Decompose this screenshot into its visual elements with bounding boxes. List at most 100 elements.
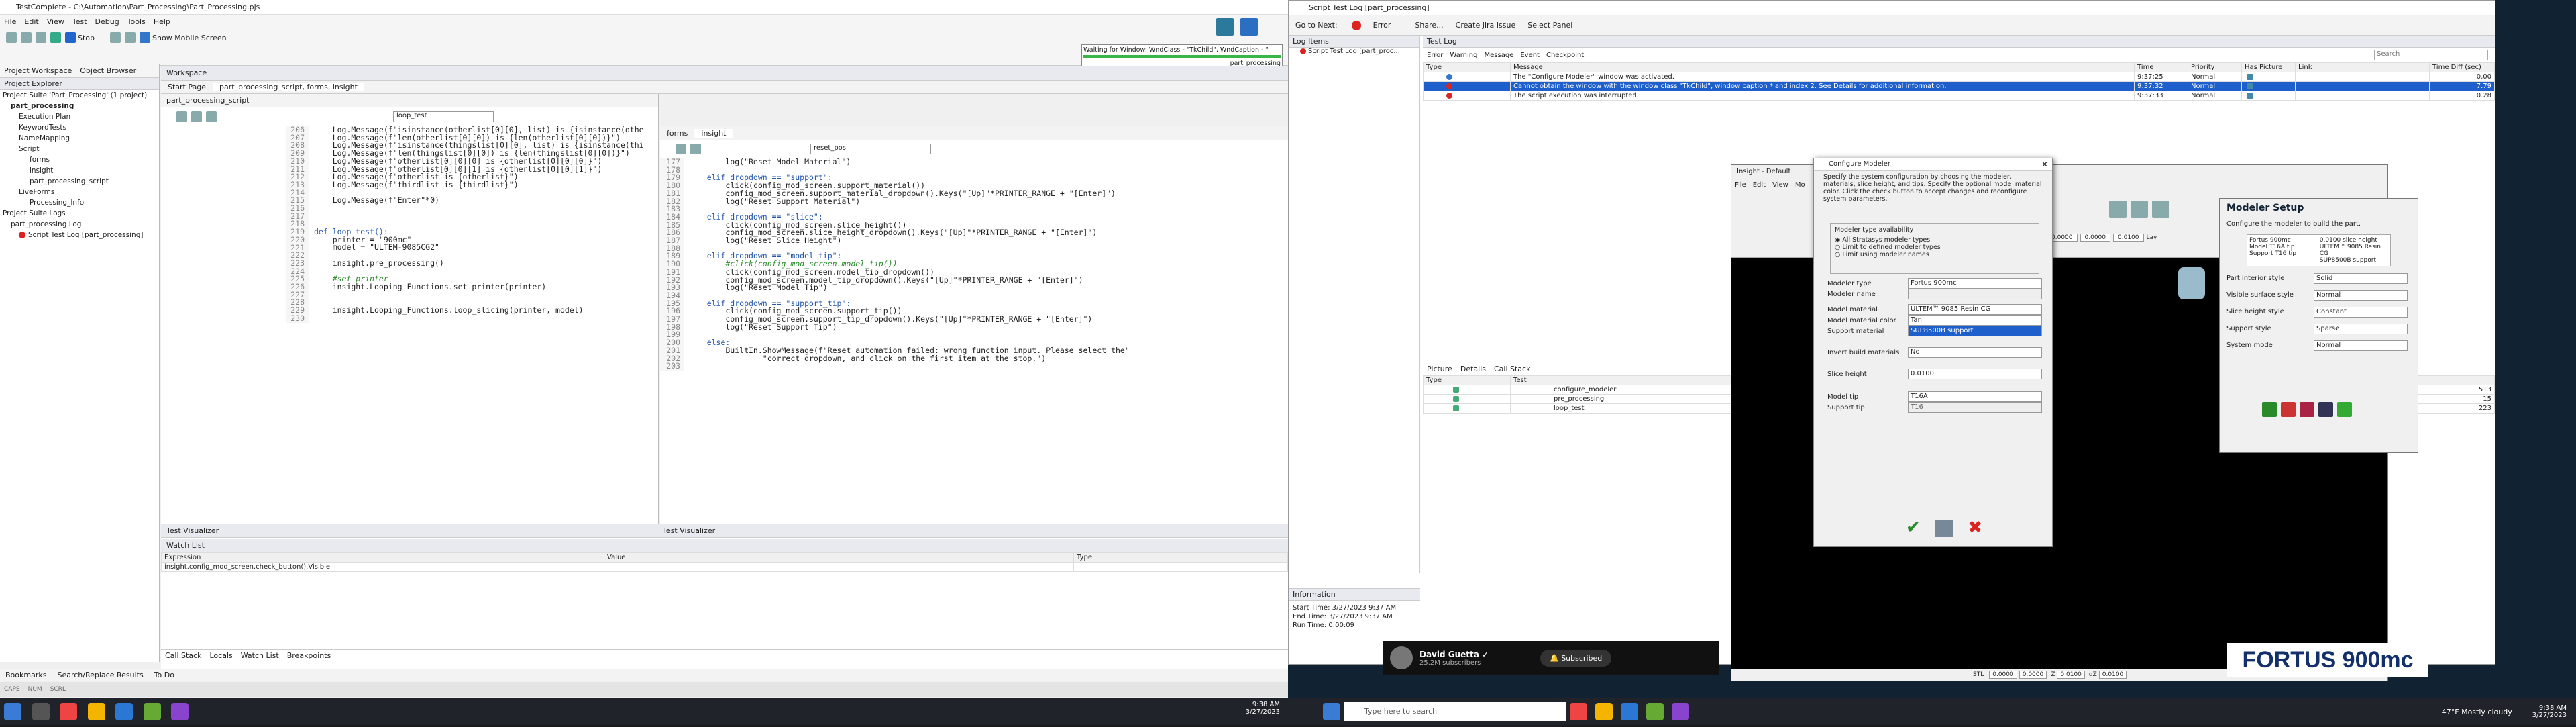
tab-call-stack[interactable]: Call Stack	[1489, 365, 1535, 373]
pause-icon[interactable]	[110, 32, 121, 43]
menu-test[interactable]: Test	[72, 17, 87, 26]
filter-warning[interactable]: Warning	[1450, 52, 1477, 59]
tree-item[interactable]: part_processing Log	[3, 219, 159, 230]
field-dropdown[interactable]: Tan	[1908, 315, 2042, 326]
stop-button[interactable]: Stop	[78, 34, 95, 42]
menu-file[interactable]: File	[4, 17, 16, 26]
zoom-out-icon[interactable]	[2152, 201, 2169, 218]
code-line[interactable]: insight.pre_processing()	[314, 259, 644, 268]
left-code[interactable]: Log.Message(f"isinstance(otherlist[0][0]…	[309, 126, 644, 323]
coord-y[interactable]: 0.0000	[2080, 234, 2110, 242]
log-search-input[interactable]: Search	[2374, 50, 2488, 60]
field-dropdown[interactable]: T16A	[1908, 391, 2042, 402]
code-line[interactable]: log("Reset Support Tip")	[688, 323, 1275, 332]
menu-edit[interactable]: Edit	[24, 17, 38, 26]
watch-expression[interactable]: insight.config_mod_screen.check_button()…	[161, 562, 604, 572]
menu-help[interactable]: Help	[154, 17, 170, 26]
menu-tools[interactable]: Tools	[127, 17, 146, 26]
app-icon[interactable]	[171, 703, 189, 720]
filter-message[interactable]: Message	[1485, 52, 1514, 59]
field-dropdown[interactable]: 0.0100	[1908, 369, 2042, 379]
tree-item[interactable]: Project Suite Logs	[3, 208, 159, 219]
indent-icon[interactable]	[176, 111, 187, 122]
left-editor-tab[interactable]: part_processing_script	[161, 94, 658, 107]
code-line[interactable]: insight.Looping_Functions.loop_slicing(p…	[314, 306, 644, 315]
flag-icon[interactable]	[2262, 402, 2277, 417]
weather-widget[interactable]: 47°F Mostly cloudy	[2442, 708, 2512, 716]
filter-error[interactable]: Error	[1427, 52, 1443, 59]
insight-menu-file[interactable]: File	[1731, 181, 1750, 189]
tab-call-stack[interactable]: Call Stack	[161, 651, 205, 660]
stop-icon[interactable]	[65, 32, 76, 43]
code-line[interactable]	[688, 362, 1275, 371]
explorer-icon[interactable]	[1595, 703, 1613, 720]
menu-view[interactable]: View	[47, 17, 64, 26]
start-icon[interactable]	[1323, 703, 1340, 720]
picture-icon[interactable]	[2247, 83, 2253, 89]
field-dropdown[interactable]: SUP8500B support	[1908, 326, 2042, 336]
support-icon[interactable]	[2281, 402, 2296, 417]
log-item-entry[interactable]: Script Test Log [part_proc...	[1308, 48, 1400, 55]
layers-icon[interactable]	[2318, 402, 2333, 417]
filter-event[interactable]: Event	[1520, 52, 1540, 59]
tab-breakpoints[interactable]: Breakpoints	[283, 651, 335, 660]
field-dropdown[interactable]	[1908, 289, 2042, 299]
field-dropdown[interactable]: ULTEM™ 9085 Resin CG	[1908, 304, 2042, 315]
radio-limit-defined[interactable]: ○ Limit to defined modeler types	[1835, 244, 2035, 251]
tab-watch-list[interactable]: Watch List	[237, 651, 283, 660]
code-line[interactable]	[688, 331, 1275, 339]
radio-all-types[interactable]: ◉ All Stratasys modeler types	[1835, 236, 2035, 244]
vscode-icon[interactable]	[1621, 703, 1638, 720]
tree-item[interactable]: NameMapping	[3, 133, 159, 144]
comment-icon[interactable]	[206, 111, 217, 122]
taskbar-search-input[interactable]: Type here to search	[1344, 702, 1566, 721]
insight-menu-mo[interactable]: Mo	[1792, 181, 1809, 189]
coord-z[interactable]: 0.0100	[2113, 234, 2144, 242]
tree-item[interactable]: LiveForms	[3, 187, 159, 197]
pause-control-icon[interactable]	[1240, 18, 1258, 36]
tab-todo[interactable]: To Do	[149, 671, 180, 679]
field-dropdown[interactable]: Normal	[2314, 340, 2408, 351]
zoom-fit-icon[interactable]	[2131, 201, 2148, 218]
record-control-icon[interactable]	[1216, 18, 1234, 36]
zoom-in-icon[interactable]	[2109, 201, 2127, 218]
record-icon[interactable]	[125, 32, 136, 43]
error-filter-button[interactable]: Error	[1350, 20, 1403, 30]
code-line[interactable]	[314, 291, 644, 299]
cancel-x-icon[interactable]: ✖	[1968, 518, 1982, 538]
field-dropdown[interactable]: T16	[1908, 402, 2042, 413]
code-line[interactable]: log("Reset Model Tip")	[688, 283, 1275, 292]
tab-start-page[interactable]: Start Page	[161, 83, 213, 91]
search-icon[interactable]	[32, 703, 50, 720]
create-jira-button[interactable]: Create Jira Issue	[1456, 21, 1516, 30]
insight-menu-view[interactable]: View	[1769, 181, 1792, 189]
tab-insight[interactable]: insight	[694, 128, 733, 138]
routine-select-right[interactable]: reset_pos	[810, 143, 931, 154]
picture-icon[interactable]	[2247, 73, 2253, 80]
code-line[interactable]: "correct dropdown, and click on the firs…	[688, 354, 1275, 363]
tree-log-item[interactable]: Script Test Log [part_processing]	[3, 230, 159, 240]
right-code[interactable]: log("Reset Model Material") elif dropdow…	[684, 158, 1275, 371]
routine-select[interactable]: loop_test	[393, 111, 494, 122]
start-icon[interactable]	[4, 703, 21, 720]
vscode-icon[interactable]	[115, 703, 133, 720]
picture-icon[interactable]	[2247, 92, 2253, 99]
outdent-icon[interactable]	[191, 111, 202, 122]
code-line[interactable]: log("Reset Support Material")	[688, 197, 1275, 206]
explorer-icon[interactable]	[87, 703, 105, 720]
code-line[interactable]: log("Reset Model Material")	[688, 158, 1275, 166]
code-line[interactable]: log("Reset Slice Height")	[688, 236, 1275, 245]
field-dropdown[interactable]: Constant	[2314, 307, 2408, 318]
field-dropdown[interactable]: Sparse	[2314, 324, 2408, 334]
close-icon[interactable]: ✕	[2041, 160, 2048, 169]
chrome-icon[interactable]	[1570, 703, 1587, 720]
code-line[interactable]	[314, 315, 644, 323]
tab-object-browser[interactable]: Object Browser	[76, 66, 140, 75]
new-icon[interactable]	[6, 32, 17, 43]
mobile-icon[interactable]	[140, 32, 151, 43]
share-button[interactable]: Share...	[1415, 21, 1443, 30]
view-cube-icon[interactable]	[2178, 267, 2205, 299]
field-dropdown[interactable]: Normal	[2314, 290, 2408, 301]
outdent-icon[interactable]	[690, 143, 701, 154]
tab-search-results[interactable]: Search/Replace Results	[52, 671, 148, 679]
